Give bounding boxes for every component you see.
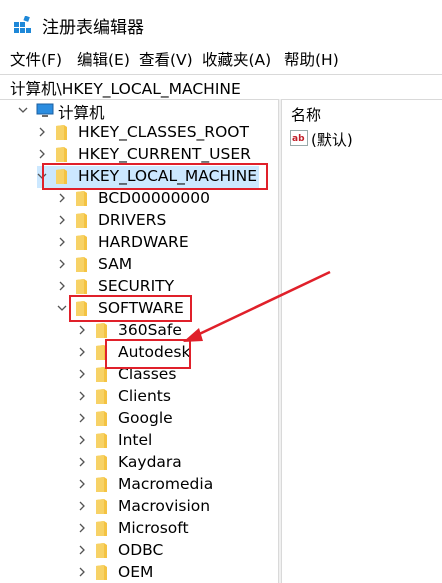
annotation-arrow <box>183 270 331 342</box>
